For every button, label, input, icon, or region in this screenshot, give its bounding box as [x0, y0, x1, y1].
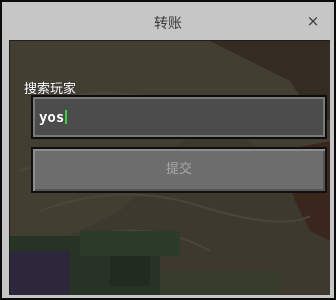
search-player-input[interactable]: yos	[31, 95, 327, 139]
text-caret	[65, 110, 68, 124]
dialog-content: 搜索玩家 yos 提交	[9, 40, 330, 295]
transfer-dialog: 转账 × 搜索玩家 yos 提交	[0, 0, 336, 300]
submit-button[interactable]: 提交	[31, 147, 327, 193]
close-icon[interactable]: ×	[304, 10, 322, 32]
search-text: yos	[39, 110, 65, 126]
search-input-value: yos	[39, 110, 68, 126]
dialog-title: 转账	[154, 16, 182, 32]
dialog-titlebar: 转账 ×	[4, 4, 332, 40]
